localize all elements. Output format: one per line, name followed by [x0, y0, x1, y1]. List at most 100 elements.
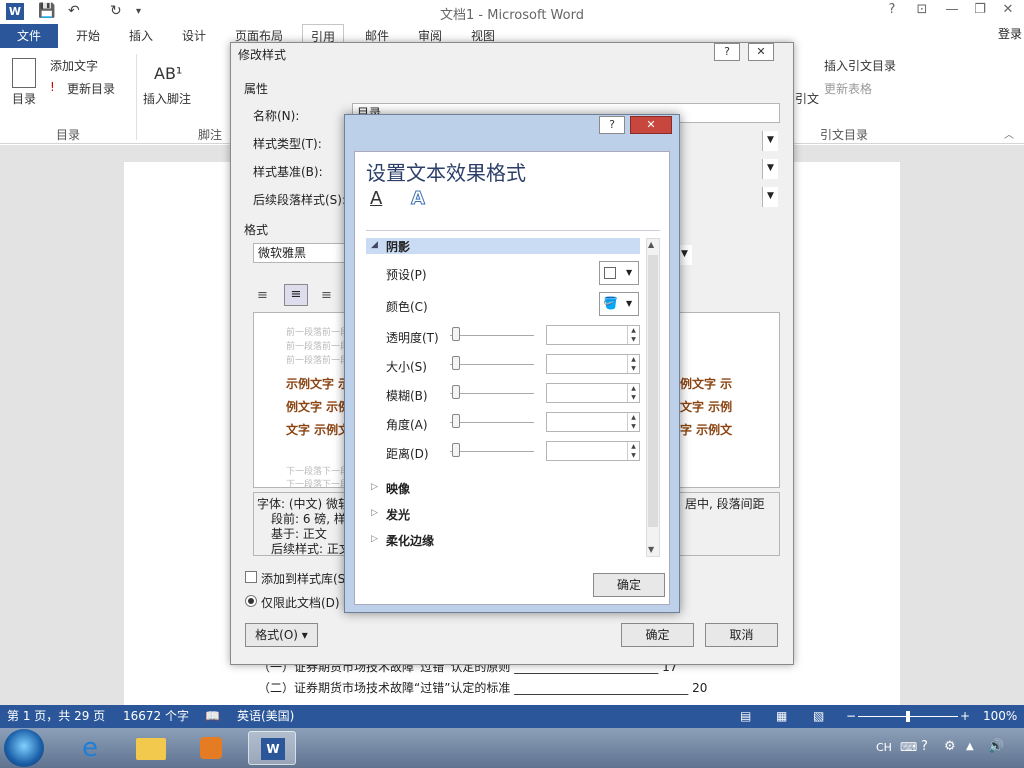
shadow-color-button[interactable]: 🪣 ▼: [599, 292, 639, 316]
transparency-slider[interactable]: [450, 335, 534, 336]
distance-input[interactable]: ▲ ▼: [546, 441, 640, 461]
read-mode-icon[interactable]: ▤: [740, 705, 751, 728]
collapse-ribbon-icon[interactable]: ︿: [1004, 126, 1014, 141]
glow-section[interactable]: 发光: [386, 506, 410, 523]
add-to-gallery-label: 添加到样式库(S): [261, 572, 350, 586]
zoom-out-icon[interactable]: −: [846, 705, 856, 728]
scroll-thumb[interactable]: [648, 255, 658, 527]
dialog-title: 修改样式: [238, 48, 287, 62]
align-center-icon[interactable]: ≡: [284, 284, 308, 306]
soft-edges-section[interactable]: 柔化边缘: [386, 532, 434, 549]
restore-icon[interactable]: ❐: [970, 2, 990, 17]
update-table-button[interactable]: 更新表格: [824, 80, 872, 97]
ok-button[interactable]: 确定: [593, 573, 665, 597]
transparency-input[interactable]: ▲ ▼: [546, 325, 640, 345]
preview-sample: 示例文字 示: [286, 377, 351, 391]
slider-thumb[interactable]: [452, 327, 460, 341]
blur-label: 模糊(B): [386, 389, 428, 403]
close-icon[interactable]: ✕: [998, 2, 1018, 17]
blur-slider[interactable]: [450, 393, 534, 394]
update-toc-button[interactable]: 更新目录: [67, 80, 115, 97]
help-icon[interactable]: ?: [921, 739, 928, 754]
sign-in-link[interactable]: 登录: [998, 24, 1022, 44]
tray-expand-icon[interactable]: ▲: [966, 741, 974, 752]
add-text-button[interactable]: 添加文字: [50, 57, 98, 74]
close-icon[interactable]: ✕: [630, 116, 672, 134]
description-line: 居中, 段落间距: [685, 497, 765, 511]
slider-thumb[interactable]: [452, 414, 460, 428]
gear-icon[interactable]: ⚙: [944, 739, 956, 754]
scroll-down-icon[interactable]: ▼: [648, 545, 654, 554]
slider-thumb[interactable]: [452, 385, 460, 399]
shadow-preset-button[interactable]: ▼: [599, 261, 639, 285]
collapsed-triangle-icon: ▷: [371, 534, 378, 544]
description-line: 后续样式: 正文: [271, 542, 351, 556]
tab-file[interactable]: 文件: [0, 24, 58, 48]
keyboard-icon[interactable]: ⌨: [900, 740, 917, 754]
text-fill-tab-icon[interactable]: A: [370, 188, 382, 209]
help-icon[interactable]: ?: [599, 116, 625, 134]
input-method-indicator[interactable]: CH: [876, 741, 892, 754]
angle-input[interactable]: ▲ ▼: [546, 412, 640, 432]
media-player-icon[interactable]: [188, 731, 236, 765]
toc-line: （二）证券期货市场技术故障“过错”认定的标准 _________________…: [258, 681, 708, 695]
color-label: 颜色(C): [386, 300, 428, 314]
reflection-section[interactable]: 映像: [386, 480, 410, 497]
toc-button[interactable]: 目录: [12, 90, 36, 107]
angle-slider[interactable]: [450, 422, 534, 423]
only-this-doc-radio[interactable]: [245, 595, 257, 607]
page-count[interactable]: 第 1 页，共 29 页: [7, 705, 105, 728]
chevron-down-icon[interactable]: ▼: [762, 159, 778, 179]
size-input[interactable]: ▲ ▼: [546, 354, 640, 374]
tab-insert[interactable]: 插入: [129, 24, 153, 48]
style-based-label: 样式基准(B):: [253, 165, 323, 179]
slider-thumb[interactable]: [452, 356, 460, 370]
file-explorer-icon[interactable]: [127, 731, 175, 765]
ribbon-display-icon[interactable]: ⊡: [912, 2, 932, 17]
text-effects-tab-icon[interactable]: A: [411, 188, 426, 210]
format-menu-button[interactable]: 格式(O) ▾: [245, 623, 318, 647]
slider-thumb[interactable]: [452, 443, 460, 457]
citation-button[interactable]: 引文: [795, 90, 819, 107]
size-slider[interactable]: [450, 364, 534, 365]
word-count[interactable]: 16672 个字: [123, 705, 189, 728]
language-indicator[interactable]: 英语(美国): [237, 705, 294, 728]
close-icon[interactable]: ✕: [748, 43, 774, 61]
align-right-icon[interactable]: ≡: [321, 288, 332, 303]
add-to-gallery-checkbox[interactable]: [245, 571, 257, 583]
font-select[interactable]: 微软雅黑: [253, 243, 345, 263]
preview-sample: 文字 示例文: [286, 423, 351, 437]
chevron-down-icon[interactable]: ▼: [762, 131, 778, 151]
preview-sample: 字 示例文: [680, 423, 733, 437]
insert-toa-button[interactable]: 插入引文目录: [824, 57, 896, 74]
distance-slider[interactable]: [450, 451, 534, 452]
volume-icon[interactable]: 🔊: [988, 739, 1004, 754]
zoom-slider-thumb[interactable]: [906, 711, 910, 722]
web-layout-icon[interactable]: ▧: [813, 705, 824, 728]
align-left-icon[interactable]: ≡: [257, 288, 268, 303]
zoom-in-icon[interactable]: +: [960, 705, 970, 728]
blur-input[interactable]: ▲ ▼: [546, 383, 640, 403]
start-button[interactable]: [4, 729, 44, 767]
footnotes-group-label: 脚注: [198, 128, 223, 142]
proofing-icon[interactable]: 📖: [205, 705, 220, 728]
preview-sample: 例文字 示例: [286, 400, 351, 414]
internet-explorer-icon[interactable]: e: [66, 731, 114, 765]
minimize-icon[interactable]: —: [942, 2, 962, 17]
help-icon[interactable]: ?: [882, 2, 902, 17]
update-toc-icon: !: [50, 80, 55, 94]
pane-title: 设置文本效果格式: [366, 161, 526, 185]
zoom-level[interactable]: 100%: [983, 705, 1017, 728]
ok-button[interactable]: 确定: [621, 623, 694, 647]
chevron-down-icon[interactable]: ▼: [762, 187, 778, 207]
print-layout-icon[interactable]: ▦: [776, 705, 787, 728]
tab-divider: [366, 230, 660, 231]
cancel-button[interactable]: 取消: [705, 623, 778, 647]
scroll-up-icon[interactable]: ▲: [648, 240, 654, 249]
help-icon[interactable]: ?: [714, 43, 740, 61]
style-type-label: 样式类型(T):: [253, 137, 322, 151]
tab-home[interactable]: 开始: [76, 24, 100, 48]
word-taskbar-icon[interactable]: W: [248, 731, 296, 765]
tab-design[interactable]: 设计: [182, 24, 206, 48]
insert-footnote-button[interactable]: 插入脚注: [143, 90, 191, 107]
